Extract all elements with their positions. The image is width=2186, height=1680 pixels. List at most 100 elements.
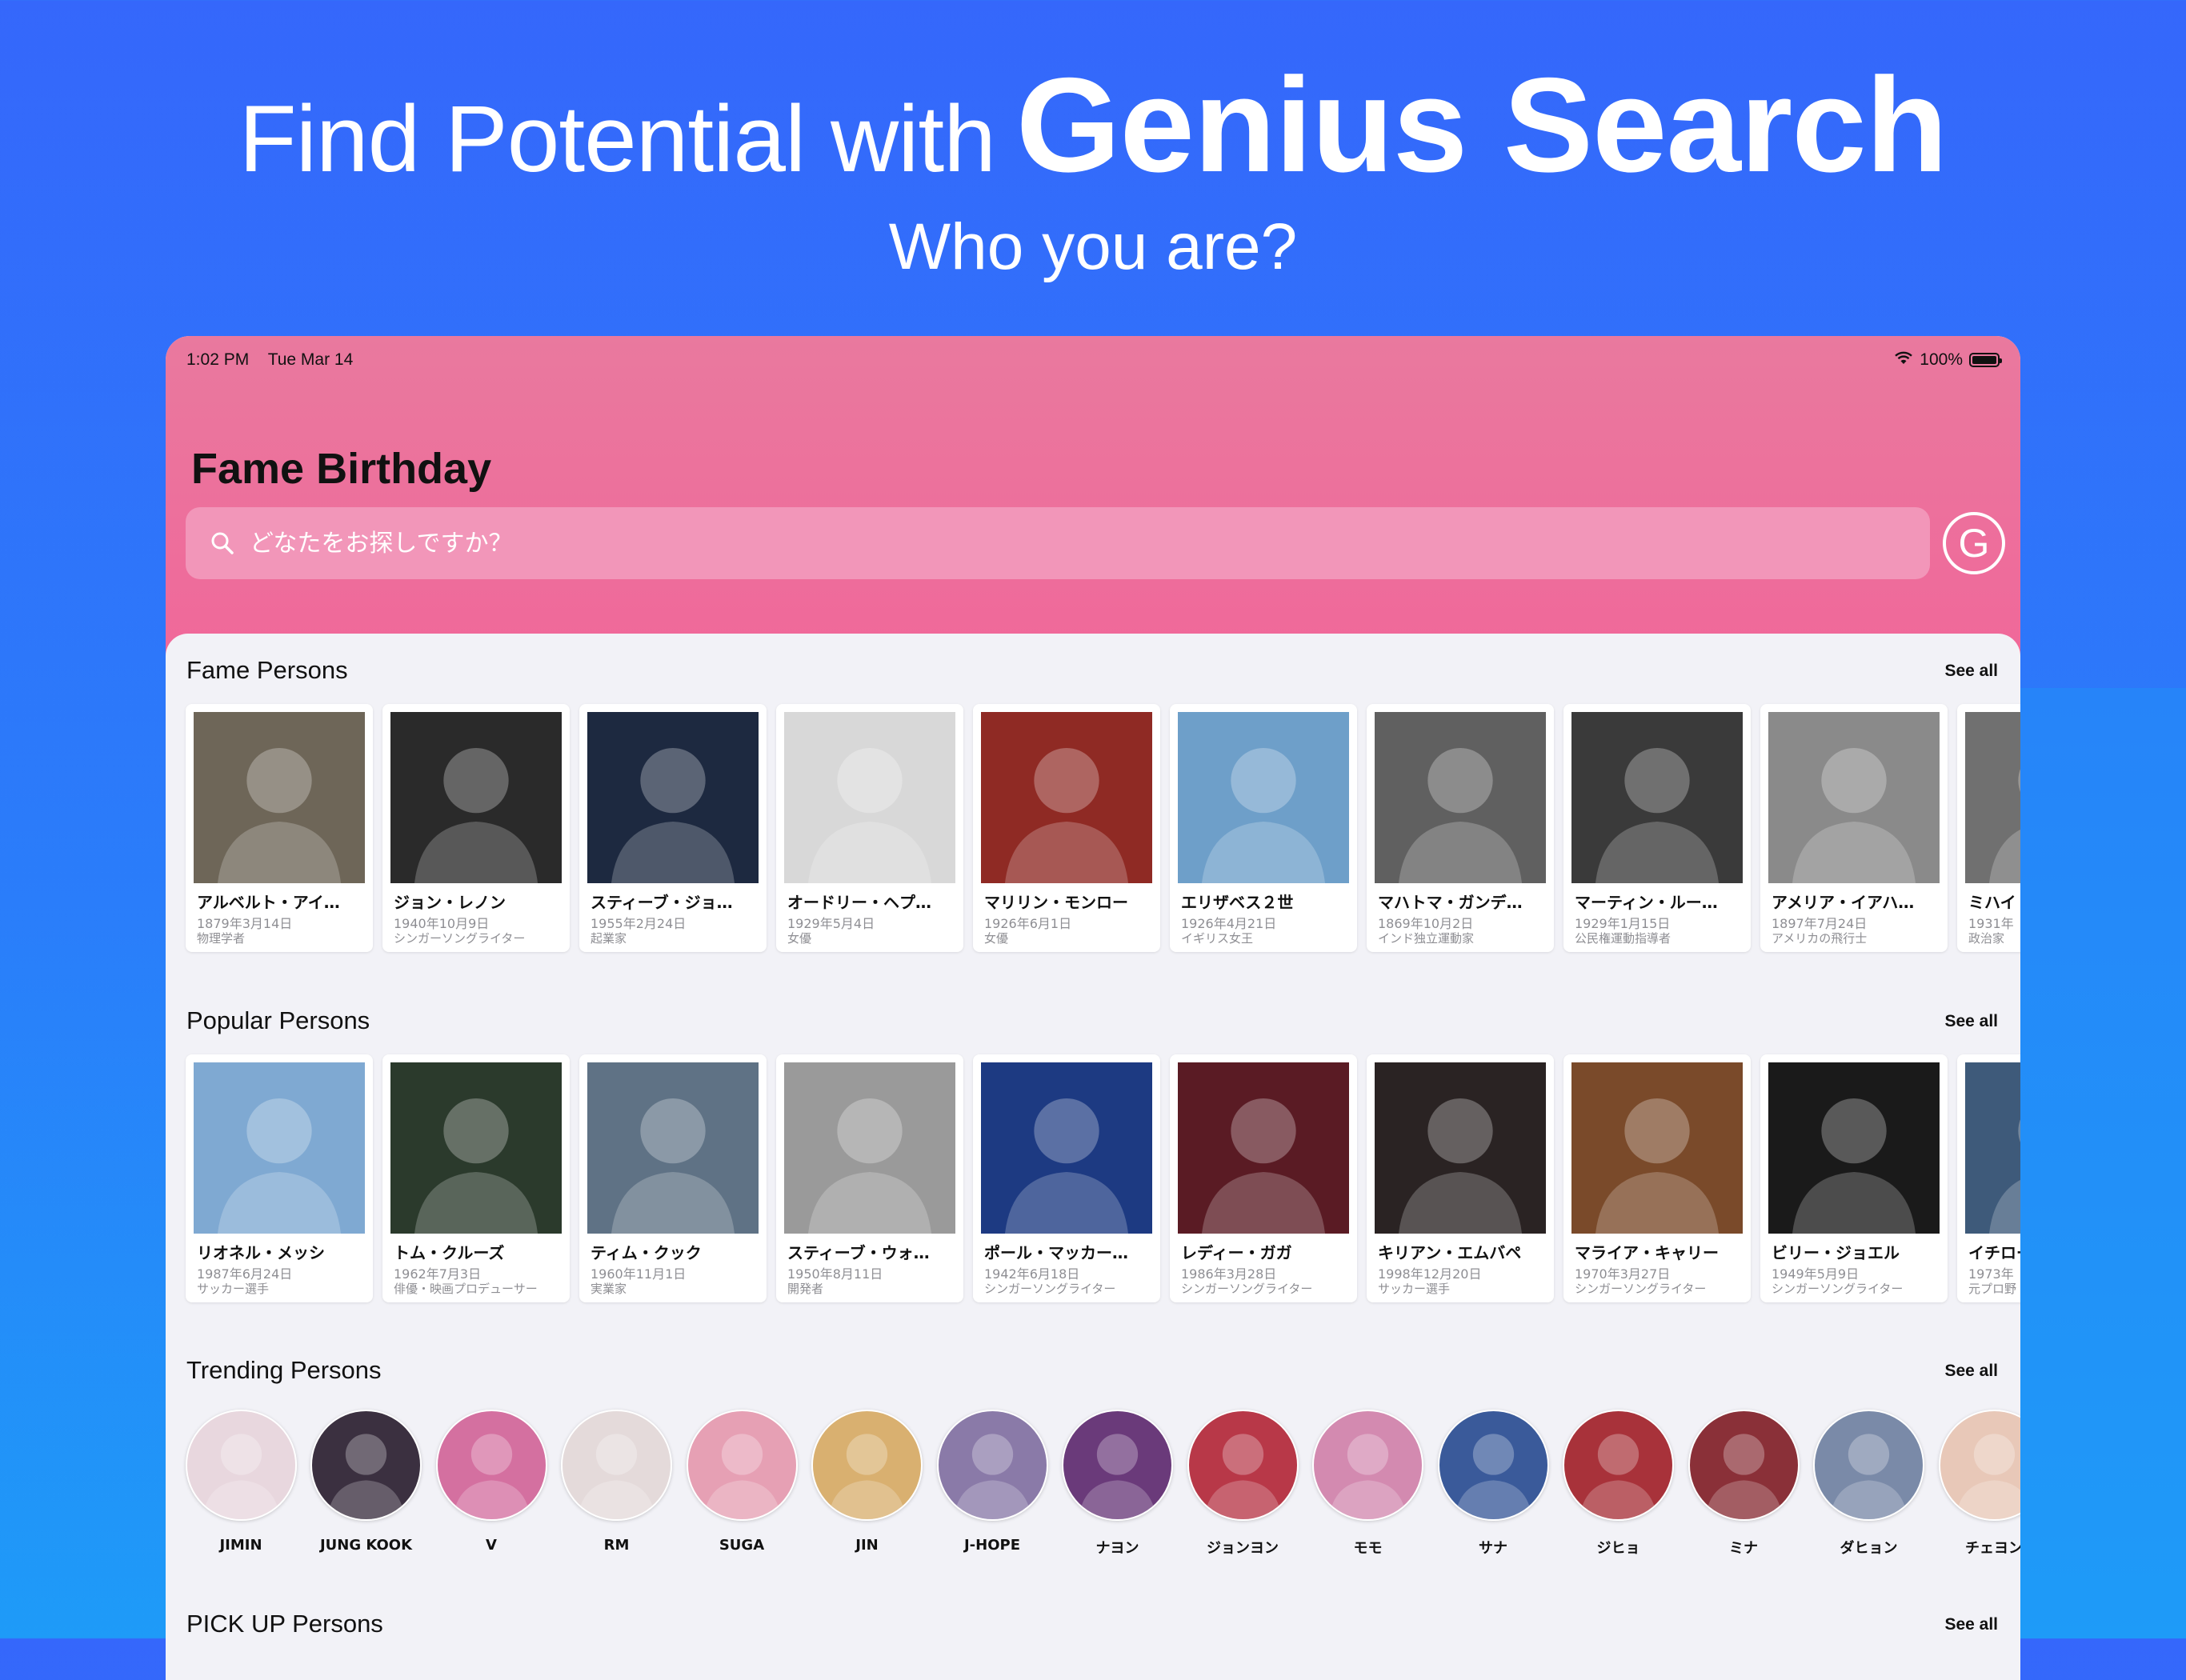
wifi-icon [1894, 350, 1913, 370]
genius-search-button[interactable]: G [1943, 512, 2005, 574]
fame-person-card[interactable]: マーティン・ルー… 1929年1月15日 公民権運動指導者 [1563, 704, 1751, 952]
person-photo [1178, 1062, 1349, 1234]
fame-person-card[interactable]: スティーブ・ジョ… 1955年2月24日 起業家 [579, 704, 767, 952]
popular-person-card[interactable]: スティーブ・ウォ… 1950年8月11日 開発者 [776, 1054, 963, 1302]
popular-person-card[interactable]: トム・クルーズ 1962年7月3日 俳優・映画プロデューサー [382, 1054, 570, 1302]
avatar [310, 1410, 422, 1521]
search-bar[interactable] [186, 507, 1930, 579]
person-name: アルベルト・アイ… [197, 893, 340, 912]
trending-person-name: JIMIN [219, 1537, 262, 1554]
person-name: マライア・キャリー [1575, 1243, 1719, 1262]
trending-person-item[interactable]: ジヒョ [1559, 1410, 1679, 1558]
person-occupation: 開発者 [787, 1282, 824, 1296]
trending-person-item[interactable]: ダヒョン [1809, 1410, 1929, 1558]
person-name: ジョン・レノン [394, 893, 506, 912]
section-title-fame: Fame Persons [186, 656, 348, 684]
trending-person-item[interactable]: JIN [807, 1410, 927, 1554]
trending-person-name: J-HOPE [963, 1537, 1021, 1554]
fame-person-card[interactable]: アルベルト・アイ… 1879年3月14日 物理学者 [186, 704, 373, 952]
person-name: オードリー・ヘプ… [787, 893, 931, 912]
avatar [936, 1410, 1048, 1521]
trending-person-name: JIN [855, 1537, 879, 1554]
popular-person-card[interactable]: ティム・クック 1960年11月1日 実業家 [579, 1054, 767, 1302]
search-input[interactable] [248, 528, 1772, 558]
trending-person-item[interactable]: ナヨン [1058, 1410, 1178, 1558]
person-photo [1178, 712, 1349, 883]
avatar [1062, 1410, 1173, 1521]
person-photo [390, 1062, 562, 1234]
trending-person-item[interactable]: SUGA [682, 1410, 802, 1554]
person-photo [981, 1062, 1152, 1234]
person-name: エリザベス２世 [1181, 893, 1294, 912]
avatar [686, 1410, 798, 1521]
person-photo [390, 712, 562, 883]
person-occupation: シンガーソングライター [1575, 1282, 1707, 1296]
person-name: アメリア・イアハ… [1772, 893, 1915, 912]
person-occupation: シンガーソングライター [394, 931, 526, 946]
avatar [1187, 1410, 1299, 1521]
section-title-trending: Trending Persons [186, 1356, 382, 1384]
fame-person-card[interactable]: エリザベス２世 1926年4月21日 イギリス女王 [1170, 704, 1357, 952]
trending-person-item[interactable]: サナ [1433, 1410, 1553, 1558]
popular-person-card[interactable]: レディー・ガガ 1986年3月28日 シンガーソングライター [1170, 1054, 1357, 1302]
trending-person-item[interactable]: V [431, 1410, 551, 1554]
person-occupation: 政治家 [1968, 931, 2005, 946]
person-name: マーティン・ルー… [1575, 893, 1718, 912]
person-photo [1375, 712, 1546, 883]
avatar [185, 1410, 297, 1521]
person-name: リオネル・メッシ [197, 1243, 325, 1262]
status-time: 1:02 PM [186, 350, 250, 369]
popular-person-card[interactable]: リオネル・メッシ 1987年6月24日 サッカー選手 [186, 1054, 373, 1302]
person-occupation: 元プロ野 [1968, 1282, 2017, 1296]
promo-subheadline: Who you are? [888, 210, 1298, 283]
person-occupation: インド独立運動家 [1378, 931, 1475, 946]
see-all-fame-button[interactable]: See all [1944, 662, 1998, 681]
trending-person-name: RM [603, 1537, 630, 1554]
avatar [1437, 1410, 1549, 1521]
trending-person-item[interactable]: RM [557, 1410, 677, 1554]
trending-person-name: ジヒョ [1596, 1540, 1640, 1557]
popular-persons-list: リオネル・メッシ 1987年6月24日 サッカー選手 トム・クルーズ 1962年7月3日… [186, 1054, 2144, 1302]
person-photo [1571, 712, 1743, 883]
see-all-trending-button[interactable]: See all [1944, 1362, 1998, 1381]
popular-person-card[interactable]: ポール・マッカー… 1942年6月18日 シンガーソングライター [973, 1054, 1160, 1302]
status-date: Tue Mar 14 [267, 350, 354, 369]
person-photo [784, 712, 955, 883]
person-occupation: 起業家 [591, 931, 627, 946]
avatar [561, 1410, 672, 1521]
fame-person-card[interactable]: アメリア・イアハ… 1897年7月24日 アメリカの飛行士 [1760, 704, 1948, 952]
fame-person-card[interactable]: マリリン・モンロー 1926年6月1日 女優 [973, 704, 1160, 952]
trending-person-name: ダヒョン [1840, 1540, 1898, 1557]
battery-icon [1969, 353, 2002, 367]
trending-person-item[interactable]: J-HOPE [932, 1410, 1052, 1554]
person-occupation: 女優 [984, 931, 1009, 946]
see-all-pickup-button[interactable]: See all [1944, 1615, 1998, 1634]
trending-person-name: サナ [1479, 1540, 1507, 1557]
person-occupation: 実業家 [591, 1282, 627, 1296]
person-occupation: 物理学者 [197, 931, 246, 946]
fame-person-card[interactable]: オードリー・ヘプ… 1929年5月4日 女優 [776, 704, 963, 952]
see-all-popular-button[interactable]: See all [1944, 1012, 1998, 1031]
person-photo [587, 712, 759, 883]
person-photo [194, 1062, 365, 1234]
trending-person-item[interactable]: モモ [1308, 1410, 1428, 1558]
person-name: トム・クルーズ [394, 1243, 505, 1262]
trending-person-name: ミナ [1729, 1540, 1758, 1557]
trending-person-item[interactable]: ミナ [1684, 1410, 1804, 1558]
trending-person-item[interactable]: JUNG KOOK [306, 1410, 426, 1554]
person-name: マハトマ・ガンデ… [1378, 893, 1523, 912]
popular-person-card[interactable]: キリアン・エムバペ 1998年12月20日 サッカー選手 [1367, 1054, 1554, 1302]
trending-person-name: SUGA [719, 1537, 765, 1554]
person-occupation: シンガーソングライター [1772, 1282, 1904, 1296]
trending-person-item[interactable]: ジョンヨン [1183, 1410, 1303, 1558]
popular-person-card[interactable]: マライア・キャリー 1970年3月27日 シンガーソングライター [1563, 1054, 1751, 1302]
trending-person-item[interactable]: JIMIN [181, 1410, 301, 1554]
avatar [1813, 1410, 1924, 1521]
popular-person-card[interactable]: ビリー・ジョエル 1949年5月9日 シンガーソングライター [1760, 1054, 1948, 1302]
headline-bold-text: Genius Search [1015, 50, 1948, 200]
person-occupation: イギリス女王 [1181, 931, 1254, 946]
fame-person-card[interactable]: マハトマ・ガンデ… 1869年10月2日 インド独立運動家 [1367, 704, 1554, 952]
person-photo [1768, 712, 1940, 883]
trending-person-name: ジョンヨン [1207, 1540, 1279, 1557]
fame-person-card[interactable]: ジョン・レノン 1940年10月9日 シンガーソングライター [382, 704, 570, 952]
